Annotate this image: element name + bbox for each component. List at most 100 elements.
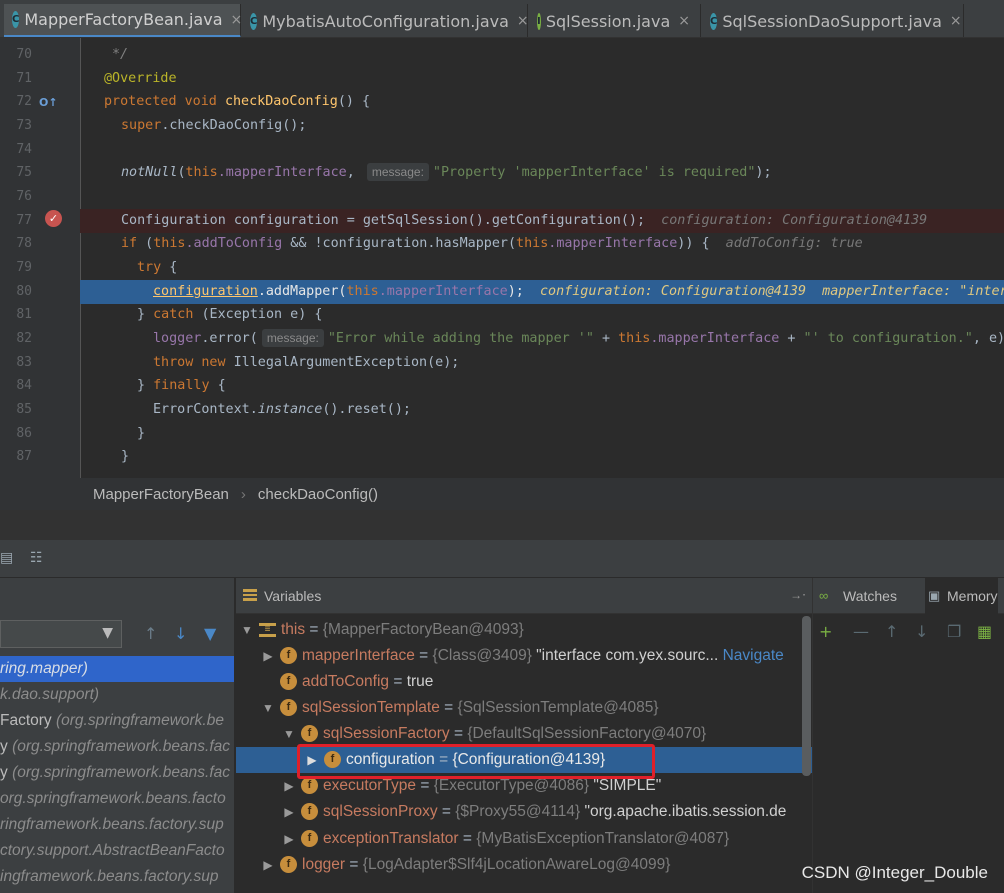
inline-debug-value: configuration: Configuration@4139 bbox=[540, 284, 807, 299]
stack-frame[interactable]: Factory (org.springframework.be bbox=[0, 708, 234, 734]
tab-label: SqlSession.java bbox=[545, 11, 671, 31]
variable-row-mapperinterface[interactable]: ▶ f mapperInterface = {Class@3409} "interf… bbox=[236, 643, 812, 669]
inline-debug-value: mapperInterface: "inter bbox=[822, 284, 1004, 299]
object-icon: ≡ bbox=[259, 622, 276, 637]
chevron-down-icon: ▼ bbox=[102, 625, 113, 641]
class-icon: C bbox=[12, 11, 20, 28]
stack-frame[interactable]: y (org.springframework.beans.fac bbox=[0, 760, 234, 786]
remove-watch-icon[interactable]: — bbox=[853, 622, 869, 641]
code-line-71: @Override bbox=[104, 71, 177, 86]
variable-row-sqlsessionproxy[interactable]: ▶ f sqlSessionProxy = {$Proxy55@4114} "org… bbox=[236, 799, 812, 825]
variable-row-this[interactable]: ▼ ≡ this = {MapperFactoryBean@4093} bbox=[236, 617, 812, 643]
field-icon: f bbox=[280, 856, 297, 874]
tab-mybatisautoconfiguration[interactable]: C MybatisAutoConfiguration.java × bbox=[242, 4, 529, 37]
frames-panel: ▼ ↑ ↓ ▼ ring.mapper) k.dao.support) Fact… bbox=[0, 578, 235, 893]
panel-divider bbox=[0, 510, 1004, 540]
field-icon: f bbox=[301, 830, 318, 848]
field-icon: f bbox=[301, 803, 318, 821]
line-number: 73 bbox=[16, 118, 32, 133]
tab-label: SqlSessionDaoSupport.java bbox=[722, 11, 942, 31]
collapse-icon[interactable]: ▼ bbox=[281, 721, 297, 747]
line-number: 81 bbox=[16, 307, 32, 322]
line-number: 77 bbox=[16, 213, 32, 228]
line-number: 76 bbox=[16, 189, 32, 204]
close-icon[interactable]: × bbox=[517, 13, 529, 29]
code-line-86: } bbox=[137, 426, 146, 441]
field-icon: f bbox=[301, 777, 318, 795]
collapse-icon[interactable]: ▼ bbox=[260, 695, 276, 721]
line-number: 75 bbox=[16, 165, 32, 180]
watch-settings-icon[interactable]: ▦ bbox=[977, 622, 992, 641]
inline-debug-value: addToConfig: true bbox=[725, 236, 863, 251]
code-line-77: Configuration configuration = getSqlSess… bbox=[121, 213, 928, 228]
stack-frame[interactable]: y (org.springframework.beans.fac bbox=[0, 734, 234, 760]
tab-mapperfactorybean[interactable]: C MapperFactoryBean.java × bbox=[4, 4, 243, 37]
breadcrumb-method[interactable]: checkDaoConfig() bbox=[258, 486, 378, 503]
tab-label: MybatisAutoConfiguration.java bbox=[262, 11, 509, 31]
expand-icon[interactable]: ▶ bbox=[281, 799, 297, 825]
parameter-hint: message: bbox=[366, 163, 429, 181]
class-icon: C bbox=[710, 12, 718, 30]
code-line-85: ErrorContext.instance().reset(); bbox=[153, 402, 411, 417]
variable-row-addtoconfig[interactable]: f addToConfig = true bbox=[236, 669, 812, 695]
stack-frame[interactable]: ctory.support.AbstractBeanFacto bbox=[0, 838, 234, 864]
close-icon[interactable]: × bbox=[678, 13, 690, 29]
code-line-70: */ bbox=[112, 47, 129, 62]
variable-row-exceptiontranslator[interactable]: ▶ f exceptionTranslator = {MyBatisExceptio… bbox=[236, 826, 812, 852]
variables-scrollbar[interactable] bbox=[802, 616, 811, 776]
variable-row-sqlsessiontemplate[interactable]: ▼ f sqlSessionTemplate = {SqlSessionTempla… bbox=[236, 695, 812, 721]
inline-debug-value: configuration: Configuration@4139 bbox=[661, 213, 928, 228]
line-number: 78 bbox=[16, 236, 32, 251]
breadcrumb-separator: › bbox=[240, 485, 246, 503]
pin-icon[interactable]: →⋅ bbox=[790, 588, 806, 602]
line-number: 82 bbox=[16, 331, 32, 346]
stack-frame[interactable]: ringframework.beans.factory.sup bbox=[0, 812, 234, 838]
field-icon: f bbox=[280, 673, 297, 691]
arrow-down-icon[interactable]: ↓ bbox=[915, 622, 928, 641]
copy-icon[interactable]: ❐ bbox=[947, 622, 961, 641]
breadcrumb-class[interactable]: MapperFactoryBean bbox=[93, 486, 229, 503]
expand-icon[interactable]: ▶ bbox=[260, 852, 276, 878]
variables-title: Variables bbox=[264, 587, 322, 604]
line-number: 71 bbox=[16, 71, 32, 86]
close-icon[interactable]: × bbox=[950, 13, 962, 29]
interface-icon: I bbox=[537, 12, 541, 30]
collapse-icon[interactable]: ▼ bbox=[239, 617, 255, 643]
close-icon[interactable]: × bbox=[231, 12, 243, 28]
tab-sqlsessiondaosupport[interactable]: C SqlSessionDaoSupport.java × bbox=[702, 4, 964, 37]
code-line-72: protected void checkDaoConfig() { bbox=[104, 94, 371, 109]
line-number: 79 bbox=[16, 260, 32, 275]
code-editor[interactable]: 70 71 72 73 74 75 76 77 78 79 80 81 82 8… bbox=[0, 38, 1004, 478]
table-view-icon[interactable]: ▤ bbox=[0, 550, 18, 566]
navigate-link[interactable]: Navigate bbox=[723, 647, 784, 664]
expand-icon[interactable]: ▶ bbox=[281, 773, 297, 799]
stack-frame[interactable]: k.dao.support) bbox=[0, 682, 234, 708]
variable-row-logger[interactable]: ▶ f logger = {LogAdapter$Slf4jLocationAwar… bbox=[236, 852, 812, 878]
expand-icon[interactable]: ▶ bbox=[260, 643, 276, 669]
line-number: 83 bbox=[16, 355, 32, 370]
filter-icon[interactable]: ▼ bbox=[204, 624, 216, 643]
arrow-up-icon[interactable]: ↑ bbox=[144, 624, 157, 643]
expand-icon[interactable]: ▶ bbox=[281, 826, 297, 852]
arrow-down-icon[interactable]: ↓ bbox=[174, 624, 187, 643]
variables-icon bbox=[243, 589, 257, 601]
field-icon: f bbox=[301, 725, 318, 743]
debug-toolbar: ▤ ☷ bbox=[0, 540, 1004, 578]
code-line-75: notNull(this.mapperInterface, message: "P… bbox=[121, 163, 772, 181]
variables-panel: Variables →⋅ ▼ ≡ this = {MapperFactoryBean… bbox=[236, 578, 812, 893]
field-icon: f bbox=[280, 699, 297, 717]
stack-frame[interactable]: ring.mapper) bbox=[0, 656, 234, 682]
thread-select[interactable]: ▼ bbox=[0, 620, 122, 648]
tab-sqlsession[interactable]: I SqlSession.java × bbox=[529, 4, 701, 37]
code-line-87: } bbox=[121, 449, 130, 464]
memory-icon: ▣ bbox=[928, 588, 941, 603]
line-number: 72 bbox=[16, 94, 32, 109]
code-line-80: configuration.addMapper(this.mapperInter… bbox=[153, 280, 1004, 304]
stack-frame[interactable]: org.springframework.beans.facto bbox=[0, 786, 234, 812]
stack-frame[interactable]: ingframework.beans.factory.sup bbox=[0, 864, 234, 890]
override-method-icon[interactable]: O↑ bbox=[39, 96, 58, 110]
arrow-up-icon[interactable]: ↑ bbox=[885, 622, 898, 641]
layout-settings-icon[interactable]: ☷ bbox=[30, 550, 48, 566]
breakpoint-icon[interactable]: ✓ bbox=[45, 210, 62, 227]
add-watch-icon[interactable]: + bbox=[819, 622, 832, 641]
